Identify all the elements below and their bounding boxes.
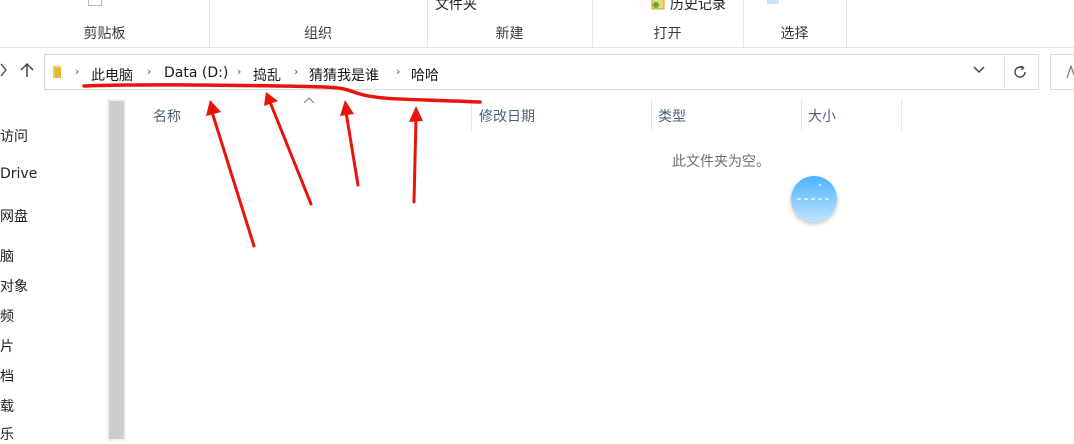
red-annotation-arrows: [82, 83, 482, 248]
